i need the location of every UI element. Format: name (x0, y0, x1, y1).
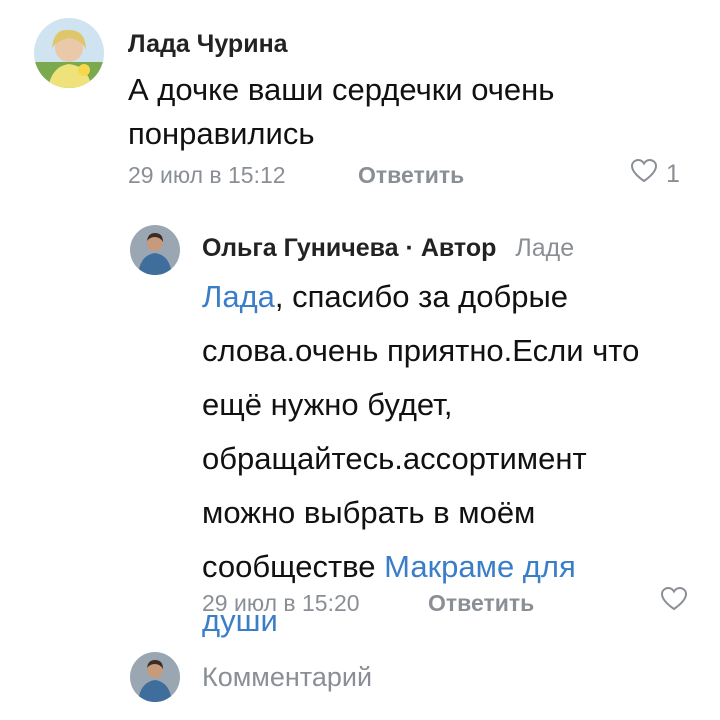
reply-body: , спасибо за добрые слова.очень приятно.… (202, 279, 640, 584)
reply-reply-button[interactable]: Ответить (428, 590, 534, 617)
reply-date: 29 июл в 15:20 (202, 590, 360, 616)
avatar-olga[interactable] (130, 225, 180, 275)
comment-text: А дочке ваши сердечки очень понравились (128, 72, 555, 151)
avatar-lada[interactable] (34, 18, 104, 88)
comment-author[interactable]: Лада Чурина (128, 30, 288, 59)
comment-reply-button[interactable]: Ответить (358, 162, 464, 189)
reply-header: Ольга Гуничева · Автор Ладе (202, 234, 574, 263)
heart-icon (630, 158, 658, 191)
reply-like-button[interactable] (660, 586, 688, 619)
comment-input[interactable]: Комментарий (202, 662, 372, 693)
comment-date: 29 июл в 15:12 (128, 162, 286, 188)
author-badge: · Автор (405, 234, 497, 262)
reply-addressee[interactable]: Ладе (515, 234, 574, 262)
mention-link[interactable]: Лада (202, 279, 275, 314)
composer-avatar (130, 652, 180, 702)
like-count: 1 (666, 160, 680, 188)
reply-author[interactable]: Ольга Гуничева (202, 234, 399, 262)
heart-icon (660, 586, 688, 619)
comment-like-button[interactable]: 1 (630, 158, 680, 191)
